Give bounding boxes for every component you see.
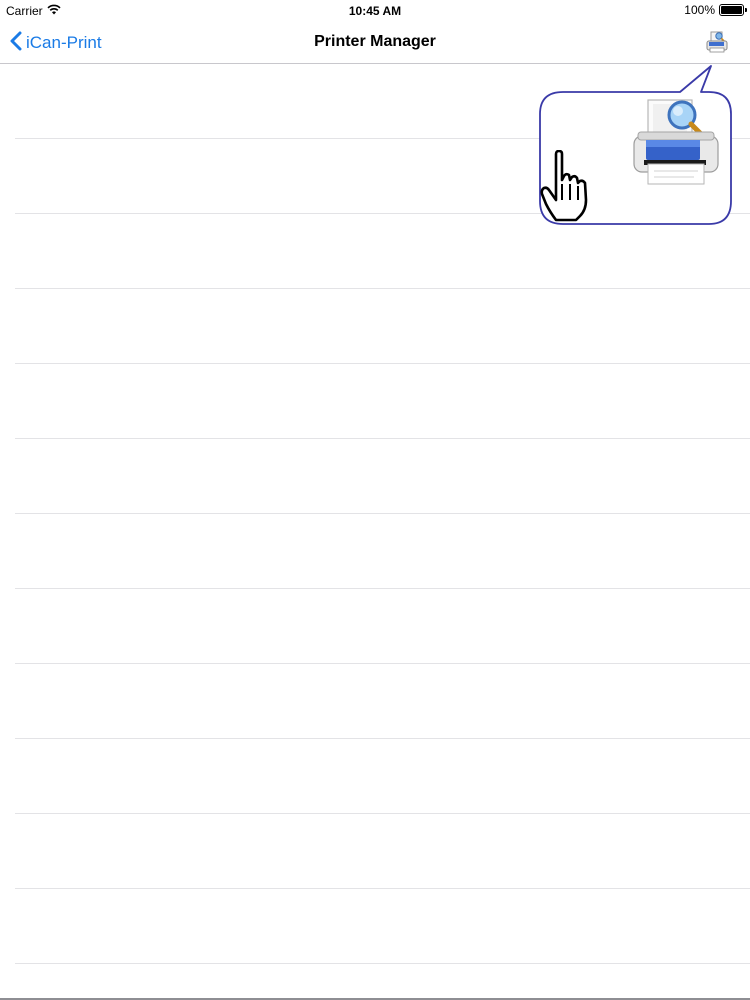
table-row[interactable]: [15, 739, 750, 814]
table-row[interactable]: [15, 664, 750, 739]
table-row[interactable]: [15, 889, 750, 964]
table-row[interactable]: [15, 364, 750, 439]
screen: Carrier 10:45 AM 100% iCan-Print Printer…: [0, 0, 750, 1000]
status-bar: Carrier 10:45 AM 100%: [0, 0, 750, 22]
table-row[interactable]: [15, 289, 750, 364]
battery-icon: [719, 4, 747, 16]
printer-search-large-icon: [628, 96, 724, 188]
table-row[interactable]: [15, 514, 750, 589]
status-time: 10:45 AM: [348, 4, 402, 18]
table-row[interactable]: [15, 589, 750, 664]
printer-search-button[interactable]: [704, 29, 730, 55]
page-title: Printer Manager: [314, 33, 436, 50]
status-right: 100%: [684, 3, 747, 17]
pointing-hand-icon: [540, 149, 594, 222]
printer-search-icon: [704, 31, 730, 59]
table-row[interactable]: [15, 814, 750, 889]
battery-percentage: 100%: [684, 3, 715, 17]
table-row[interactable]: [15, 439, 750, 514]
